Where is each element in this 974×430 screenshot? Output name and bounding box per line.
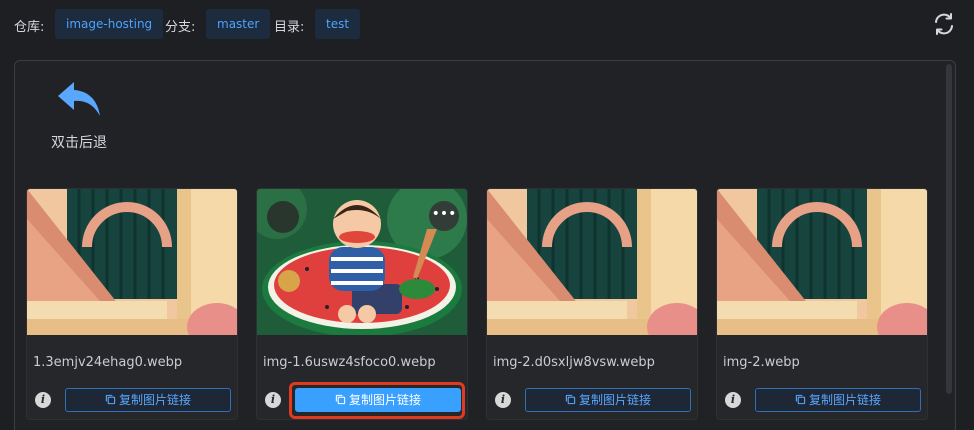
select-checkbox[interactable] [267, 201, 299, 233]
back-button[interactable]: 双击后退 [44, 80, 114, 152]
info-icon[interactable]: i [495, 392, 511, 408]
back-label: 双击后退 [51, 135, 107, 151]
repo-label: 仓库: [14, 20, 45, 35]
image-card[interactable]: ••• img-1.6uswz4sfoco0.webp i 复制图片链接 [256, 188, 468, 420]
copy-icon [105, 394, 116, 405]
image-card[interactable]: img-2.d0sxljw8vsw.webp i 复制图片链接 [486, 188, 698, 420]
copy-link-button[interactable]: 复制图片链接 [525, 388, 691, 412]
scrollbar[interactable] [946, 64, 952, 394]
image-thumbnail[interactable] [487, 189, 697, 335]
copy-link-label: 复制图片链接 [348, 393, 421, 407]
refresh-icon[interactable] [932, 12, 956, 36]
image-filename: 1.3emjv24ehag0.webp [33, 355, 183, 370]
copy-link-label: 复制图片链接 [808, 393, 881, 407]
info-icon[interactable]: i [35, 392, 51, 408]
image-thumbnail[interactable] [27, 189, 237, 335]
dir-tag[interactable]: test [315, 9, 361, 39]
copy-link-label: 复制图片链接 [578, 393, 651, 407]
copy-icon [565, 394, 576, 405]
image-filename: img-2.d0sxljw8vsw.webp [493, 355, 655, 370]
image-card[interactable]: 1.3emjv24ehag0.webp i 复制图片链接 [26, 188, 238, 420]
image-card[interactable]: img-2.webp i 复制图片链接 [716, 188, 928, 420]
image-filename: img-2.webp [723, 355, 800, 370]
repo-tag[interactable]: image-hosting [55, 9, 164, 39]
back-arrow-icon [58, 82, 100, 116]
top-bar: 仓库: image-hosting 分支: master 目录: test [0, 0, 974, 48]
branch-tag[interactable]: master [206, 9, 271, 39]
info-icon[interactable]: i [725, 392, 741, 408]
dir-label: 目录: [274, 20, 305, 35]
image-filename: img-1.6uswz4sfoco0.webp [263, 355, 436, 370]
copy-link-button[interactable]: 复制图片链接 [295, 388, 461, 412]
copy-link-label: 复制图片链接 [118, 393, 191, 407]
image-thumbnail[interactable]: ••• [257, 189, 467, 335]
image-thumbnail[interactable] [717, 189, 927, 335]
more-options-button[interactable]: ••• [429, 201, 459, 231]
copy-link-button[interactable]: 复制图片链接 [65, 388, 231, 412]
copy-icon [335, 394, 346, 405]
copy-link-button[interactable]: 复制图片链接 [755, 388, 921, 412]
branch-label: 分支: [165, 20, 196, 35]
copy-icon [795, 394, 806, 405]
info-icon[interactable]: i [265, 392, 281, 408]
